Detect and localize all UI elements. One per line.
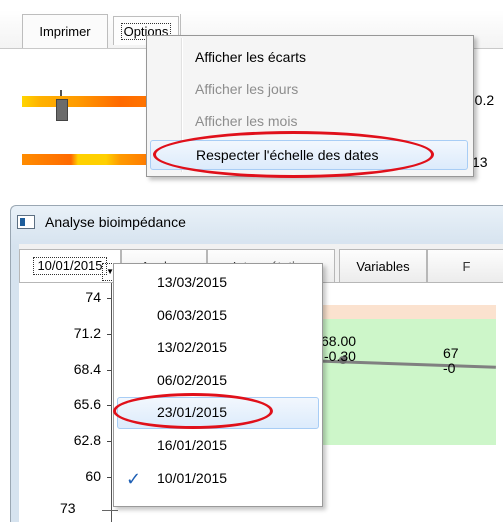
checkmark-icon: ✓ [126,469,142,489]
y-tick-label: 74 [85,289,101,305]
y-tick-mark [107,441,111,442]
gradient-bar-2 [22,154,162,165]
chart-band-pink [318,305,496,319]
date-option[interactable]: 06/02/2015 [114,365,320,395]
tab-imprimer-label: Imprimer [39,24,91,39]
bottom-axis-tick [102,510,118,511]
window-app-icon [17,215,35,229]
point-value-label: 67 [443,345,459,361]
slider-handle[interactable] [56,99,68,121]
date-option[interactable]: 13/02/2015 [114,332,320,362]
date-option[interactable]: 06/03/2015 [114,300,320,330]
bottom-chart-value: 73 [60,500,76,516]
highlight-ellipse-respecter [153,131,434,178]
y-tick-mark [107,477,111,478]
date-dropdown-list: 13/03/2015 06/03/2015 13/02/2015 06/02/2… [113,263,323,507]
y-tick-mark [107,370,111,371]
highlight-ellipse-date [113,393,273,429]
date-option[interactable]: 16/01/2015 [114,430,320,460]
date-option-selected[interactable]: 10/01/2015 [114,463,320,493]
date-select-value: 10/01/2015 [33,257,107,275]
y-tick-label: 65.6 [73,396,101,412]
bar-value-2: 13 [472,154,488,170]
y-axis-line [111,283,112,522]
tab-variables[interactable]: Variables [339,249,427,282]
point-delta-label: -0.30 [324,348,356,364]
y-tick-mark [107,405,111,406]
window-title: Analyse bioimpédance [45,214,186,230]
y-tick-label: 62.8 [73,432,101,448]
y-tick-label: 60 [85,468,101,484]
point-value-label: 68.00 [321,333,357,349]
date-select[interactable]: 10/01/2015 ▼ [19,249,121,282]
tab-more[interactable]: F [427,249,503,282]
y-tick-label: 71.2 [73,325,101,341]
y-tick-label: 68.4 [73,361,101,377]
y-tick-mark [107,298,111,299]
tab-imprimer[interactable]: Imprimer [22,14,108,48]
menu-item-afficher-ecarts[interactable]: Afficher les écarts [147,44,471,70]
gradient-bar-1 [22,96,162,107]
point-delta-label: -0 [443,360,456,376]
menu-item-afficher-mois[interactable]: Afficher les mois [147,108,471,134]
date-option[interactable]: 13/03/2015 [114,267,320,297]
y-tick-mark [107,334,111,335]
menu-item-afficher-jours[interactable]: Afficher les jours [147,76,471,102]
